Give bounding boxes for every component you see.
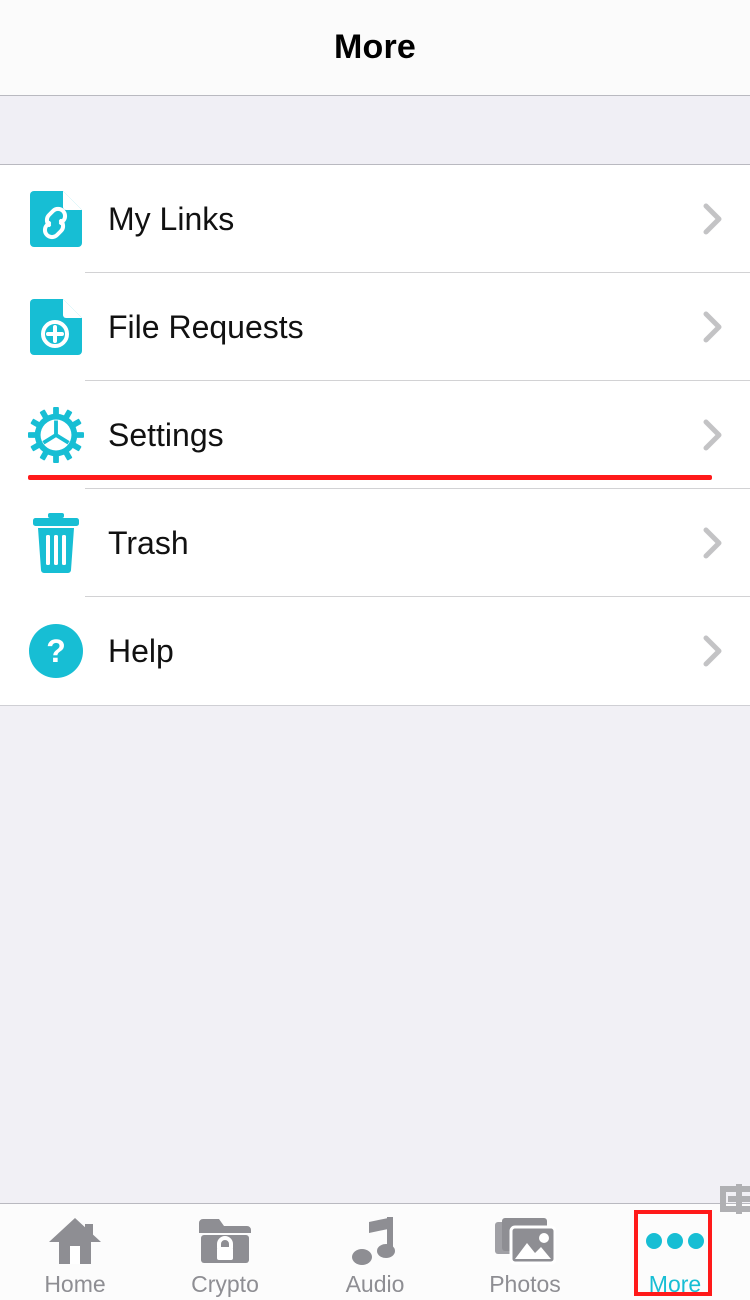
list-item-label: My Links — [108, 200, 235, 237]
empty-content-area — [0, 705, 750, 1203]
gear-icon — [28, 407, 84, 463]
more-menu-list: My Links File Requests Settings Trash ? … — [0, 165, 750, 705]
tab-more[interactable]: More — [600, 1204, 750, 1300]
ellipsis-icon — [645, 1216, 705, 1266]
house-icon — [47, 1216, 103, 1266]
list-item-file-requests[interactable]: File Requests — [0, 273, 750, 381]
document-plus-icon — [28, 299, 84, 355]
music-note-icon — [351, 1216, 399, 1266]
photos-icon — [494, 1216, 556, 1266]
tab-label: Audio — [345, 1271, 405, 1297]
puzzle-piece-icon — [718, 1184, 750, 1214]
annotation-underline — [28, 475, 712, 480]
page-header: More — [0, 0, 750, 96]
trash-icon — [28, 513, 84, 573]
list-item-help[interactable]: ? Help — [0, 597, 750, 705]
list-item-label: File Requests — [108, 308, 304, 345]
tab-label: Home — [44, 1271, 106, 1297]
tab-photos[interactable]: Photos — [450, 1204, 600, 1300]
chevron-right-icon — [702, 418, 724, 452]
chevron-right-icon — [702, 526, 724, 560]
tab-crypto[interactable]: Crypto — [150, 1204, 300, 1300]
chevron-right-icon — [702, 634, 724, 668]
chevron-right-icon — [702, 310, 724, 344]
header-filler-band — [0, 96, 750, 165]
tab-home[interactable]: Home — [0, 1204, 150, 1300]
list-item-label: Settings — [108, 416, 224, 453]
page-title: More — [333, 28, 417, 66]
question-circle-icon: ? — [28, 623, 84, 679]
folder-lock-icon — [197, 1216, 253, 1266]
bottom-tab-bar: Home Crypto Audio Photos More — [0, 1203, 750, 1300]
tab-label: Photos — [489, 1271, 561, 1297]
chevron-right-icon — [702, 202, 724, 236]
list-item-trash[interactable]: Trash — [0, 489, 750, 597]
tab-audio[interactable]: Audio — [300, 1204, 450, 1300]
list-item-my-links[interactable]: My Links — [0, 165, 750, 273]
app-screen: More My Links File Requests Settings Tra… — [0, 0, 750, 1300]
document-link-icon — [28, 191, 84, 247]
list-item-settings[interactable]: Settings — [0, 381, 750, 489]
tab-label: More — [648, 1271, 702, 1297]
svg-text:?: ? — [46, 633, 66, 669]
list-item-label: Help — [108, 632, 174, 669]
tab-label: Crypto — [191, 1271, 259, 1297]
list-item-label: Trash — [108, 524, 189, 561]
